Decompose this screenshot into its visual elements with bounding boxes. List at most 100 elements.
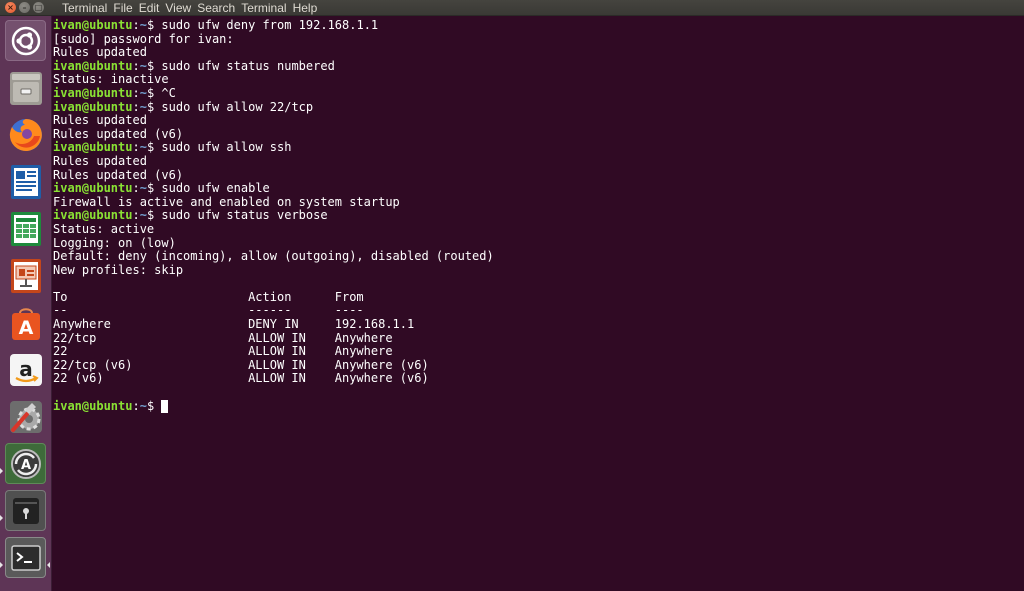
prompt-symbol: $ bbox=[146, 85, 162, 100]
minimize-button[interactable]: – bbox=[19, 2, 30, 13]
ubuntu-dash-icon bbox=[10, 25, 42, 57]
launcher-item-amazon[interactable]: a bbox=[5, 349, 46, 390]
output-line: New profiles: skip bbox=[53, 262, 1024, 278]
launcher-item-settings[interactable] bbox=[5, 396, 46, 437]
command-line: ivan@ubuntu:~$ ^C bbox=[53, 85, 1024, 101]
launcher-item-terminal[interactable] bbox=[5, 537, 46, 578]
launcher-item-writer[interactable] bbox=[5, 161, 46, 202]
prompt-colon: : bbox=[132, 208, 140, 223]
libreoffice-impress-icon bbox=[7, 257, 45, 295]
output-line: Default: deny (incoming), allow (outgoin… bbox=[53, 249, 1024, 264]
prompt-colon: : bbox=[132, 85, 140, 100]
running-indicator bbox=[0, 562, 3, 568]
firefox-icon bbox=[7, 116, 45, 154]
top-panel: × – □ Terminal File Edit View Search Ter… bbox=[0, 0, 1024, 16]
command-text: sudo ufw deny from 192.168.1.1 bbox=[161, 18, 379, 32]
command-line: ivan@ubuntu:~$ sudo ufw status numbered bbox=[53, 58, 1024, 74]
terminal-window[interactable]: ivan@ubuntu:~$ sudo ufw deny from 192.16… bbox=[52, 16, 1024, 591]
menu-edit[interactable]: Edit bbox=[136, 0, 163, 16]
prompt-colon: : bbox=[132, 18, 140, 32]
system-settings-icon bbox=[7, 398, 45, 436]
launcher-item-impress[interactable] bbox=[5, 255, 46, 296]
svg-text:a: a bbox=[19, 357, 33, 381]
prompt-symbol: $ bbox=[146, 58, 162, 73]
menu-terminal[interactable]: Terminal bbox=[238, 0, 289, 16]
libreoffice-calc-icon bbox=[7, 210, 45, 248]
prompt-path: ~ bbox=[139, 85, 147, 100]
command-text: sudo ufw allow ssh bbox=[161, 140, 292, 155]
command-line: ivan@ubuntu:~$ bbox=[53, 398, 1024, 414]
menu-search[interactable]: Search bbox=[194, 0, 238, 16]
terminal-output[interactable]: ivan@ubuntu:~$ sudo ufw deny from 192.16… bbox=[52, 16, 1024, 413]
output-text: Rules updated (v6) bbox=[53, 167, 184, 182]
prompt-path: ~ bbox=[139, 18, 147, 32]
focused-indicator bbox=[47, 562, 50, 568]
launcher-item-firefox[interactable] bbox=[5, 114, 46, 155]
prompt-symbol: $ bbox=[146, 99, 162, 114]
output-text: Status: inactive bbox=[53, 72, 169, 87]
text-cursor bbox=[161, 399, 169, 413]
output-text: New profiles: skip bbox=[53, 262, 184, 277]
prompt-path: ~ bbox=[139, 208, 147, 223]
command-text: sudo ufw enable bbox=[161, 181, 270, 196]
output-line: Rules updated bbox=[53, 153, 1024, 169]
output-text: Firewall is active and enabled on system… bbox=[53, 194, 400, 209]
command-line: ivan@ubuntu:~$ sudo ufw allow ssh bbox=[53, 141, 1024, 155]
window-controls: × – □ bbox=[0, 2, 57, 13]
command-text: sudo ufw status numbered bbox=[161, 58, 335, 73]
output-line: 22 (v6) ALLOW IN Anywhere (v6) bbox=[53, 372, 1024, 386]
files-icon bbox=[7, 69, 45, 107]
prompt-colon: : bbox=[132, 181, 140, 196]
command-text: sudo ufw status verbose bbox=[161, 208, 328, 223]
output-line: Rules updated (v6) bbox=[53, 167, 1024, 183]
output-text: Anywhere DENY IN 192.168.1.1 bbox=[53, 317, 415, 332]
close-button[interactable]: × bbox=[5, 2, 16, 13]
output-line: Rules updated bbox=[53, 45, 1024, 60]
output-line: Status: active bbox=[53, 221, 1024, 237]
output-line: Anywhere DENY IN 192.168.1.1 bbox=[53, 317, 1024, 332]
launcher-item-dash[interactable] bbox=[5, 20, 46, 61]
command-text: sudo ufw allow 22/tcp bbox=[161, 99, 314, 114]
prompt-symbol: $ bbox=[146, 398, 162, 413]
output-line: 22 ALLOW IN Anywhere bbox=[53, 344, 1024, 359]
prompt-user-host: ivan@ubuntu bbox=[53, 58, 133, 73]
prompt-user-host: ivan@ubuntu bbox=[53, 99, 133, 114]
launcher-item-updater[interactable]: A bbox=[5, 443, 46, 484]
output-text: Logging: on (low) bbox=[53, 235, 176, 250]
prompt-symbol: $ bbox=[146, 140, 162, 155]
launcher-item-calc[interactable] bbox=[5, 208, 46, 249]
menu-view[interactable]: View bbox=[162, 0, 194, 16]
output-line: Firewall is active and enabled on system… bbox=[53, 194, 1024, 210]
amazon-icon: a bbox=[7, 351, 45, 389]
prompt-path: ~ bbox=[139, 99, 147, 114]
prompt-path: ~ bbox=[139, 58, 147, 73]
command-line: ivan@ubuntu:~$ sudo ufw deny from 192.16… bbox=[53, 18, 1024, 33]
command-text: ^C bbox=[161, 85, 176, 100]
output-line: 22/tcp (v6) ALLOW IN Anywhere (v6) bbox=[53, 358, 1024, 373]
app-name-menu[interactable]: Terminal bbox=[57, 0, 110, 16]
command-line: ivan@ubuntu:~$ sudo ufw allow 22/tcp bbox=[53, 99, 1024, 115]
prompt-user-host: ivan@ubuntu bbox=[53, 398, 133, 413]
output-text: Rules updated bbox=[53, 153, 147, 168]
software-updater-icon: A bbox=[9, 447, 43, 481]
launcher-item-passwords[interactable] bbox=[5, 490, 46, 531]
running-indicator bbox=[0, 468, 3, 474]
output-line: 22/tcp ALLOW IN Anywhere bbox=[53, 330, 1024, 346]
launcher-item-files[interactable] bbox=[5, 67, 46, 108]
output-text: Rules updated (v6) bbox=[53, 126, 184, 141]
output-text: Status: active bbox=[53, 221, 155, 236]
prompt-path: ~ bbox=[139, 181, 147, 196]
prompt-symbol: $ bbox=[146, 18, 162, 32]
output-line: Rules updated (v6) bbox=[53, 126, 1024, 142]
prompt-path: ~ bbox=[139, 140, 147, 155]
output-text: 22/tcp ALLOW IN Anywhere bbox=[53, 330, 393, 345]
menu-file[interactable]: File bbox=[110, 0, 135, 16]
output-line: [sudo] password for ivan: bbox=[53, 32, 1024, 47]
maximize-button[interactable]: □ bbox=[33, 2, 44, 13]
output-line: Logging: on (low) bbox=[53, 235, 1024, 251]
output-line: Status: inactive bbox=[53, 73, 1024, 87]
launcher-item-software[interactable]: A bbox=[5, 302, 46, 343]
menu-help[interactable]: Help bbox=[290, 0, 321, 16]
